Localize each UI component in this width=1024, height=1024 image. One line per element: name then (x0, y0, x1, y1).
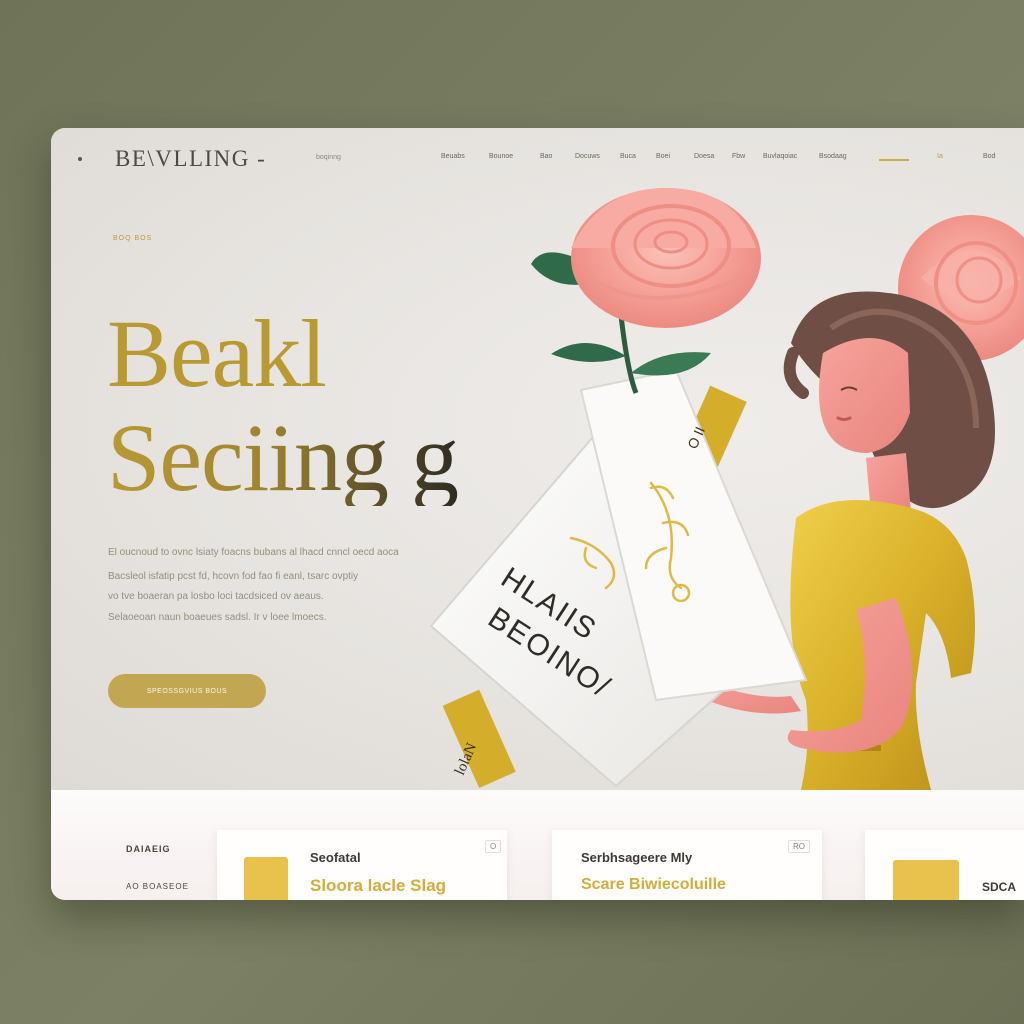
leaf-icon (551, 342, 626, 363)
rose-main-icon (571, 188, 761, 328)
feature-card[interactable]: SDCA (865, 830, 1024, 900)
section-label: DAIAEIG (126, 844, 171, 854)
feature-card[interactable]: Serbhsageere Mly Scare Biwiecoluille RO (552, 830, 822, 900)
box-icon (893, 860, 959, 900)
woman-face-icon (819, 338, 910, 453)
card-title: Serbhsageere Mly (581, 850, 693, 865)
card-tag: RO (788, 840, 810, 853)
feature-card[interactable]: Seofatal Sloora lacle Slag O (217, 830, 507, 900)
card-subtitle: Scare Biwiecoluille (581, 876, 726, 893)
features-strip: DAIAEIG AO BOASEOE Seofatal Sloora lacle… (51, 790, 1024, 900)
card-title: Seofatal (310, 850, 361, 865)
hero-section: BE\VLLING - boqinng Beuabs Bounoe Bao Do… (51, 128, 1024, 790)
leaf-icon (631, 352, 711, 376)
card-tag: O (485, 840, 502, 853)
card-subtitle: Sloora lacle Slag (310, 876, 447, 895)
section-sublabel: AO BOASEOE (126, 882, 189, 891)
bookmark-bottom-icon (442, 689, 516, 789)
hero-illustration: HLAIIS BEOINO/ O II lolaN (429, 188, 1024, 790)
jar-icon (244, 857, 288, 900)
card-title: SDCA (982, 880, 1017, 894)
browser-window: BE\VLLING - boqinng Beuabs Bounoe Bao Do… (51, 128, 1024, 900)
